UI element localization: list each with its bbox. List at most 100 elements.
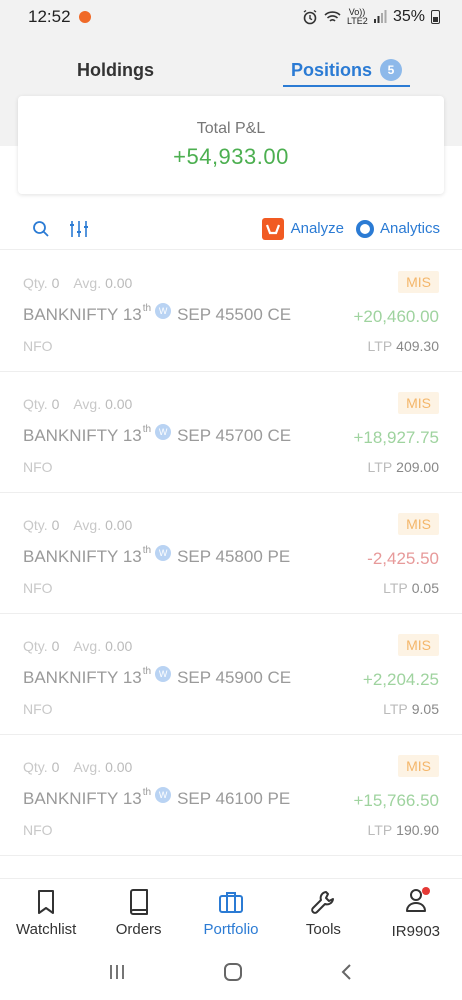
nav-profile-label: IR9903 [391,923,441,940]
bookmark-icon [38,890,55,914]
ltp-label: LTP [383,580,408,596]
position-pnl: +18,927.75 [353,428,439,447]
back-icon[interactable] [340,963,354,986]
date-suffix: th [142,424,152,435]
tab-positions-label: Positions [290,59,372,80]
qty-label: Qty. [23,759,48,775]
position-row[interactable]: Qty. 0 Avg. 0.00 MIS BANKNIFTY 13th W SEP … [0,251,462,372]
analytics-logo-icon [355,219,374,238]
notification-dot [421,887,430,895]
avg-value: 0.00 [105,638,133,654]
instrument-symbol: BANKNIFTY 13 [23,668,142,687]
ltp-label: LTP [367,822,393,838]
position-pnl: +2,204.25 [362,670,439,689]
system-navigation-bar [0,948,462,1000]
analytics-button[interactable]: Analytics [344,219,440,238]
product-type-badge: MIS [398,755,439,777]
nav-orders[interactable]: Orders [92,879,184,948]
recent-apps-icon[interactable] [108,963,126,986]
instrument-name: BANKNIFTY 13th W SEP 45900 CE [23,666,291,688]
ltp-value: 0.05 [411,580,439,596]
ltp-label: LTP [367,338,393,354]
nav-profile[interactable]: IR9903 [370,879,462,948]
product-type-badge: MIS [398,513,439,535]
qty-value: 0 [51,275,60,291]
ltp-label: LTP [383,701,408,717]
signal-icon [373,10,387,23]
weekly-expiry-icon: W [155,545,172,561]
ltp: LTP 190.90 [368,822,439,838]
status-icons: Vo)) LTE2 35% [302,8,440,26]
nav-watchlist-label: Watchlist [16,921,77,938]
network-label: Vo)) LTE2 [346,7,368,26]
qty-label: Qty. [23,396,48,412]
filter-sliders-icon[interactable] [68,218,90,240]
position-pnl: -2,425.50 [367,549,439,568]
weekly-expiry-icon: W [155,303,172,319]
position-meta: Qty. 0 Avg. 0.00 [23,517,132,533]
positions-list: Qty. 0 Avg. 0.00 MIS BANKNIFTY 13th W SEP … [0,251,462,856]
nav-tools-label: Tools [305,921,341,938]
product-type-badge: MIS [398,392,439,414]
status-bar: 12:52 Vo)) LTE2 35% [0,0,462,34]
weekly-expiry-icon: W [155,666,172,682]
position-row[interactable]: Qty. 0 Avg. 0.00 MIS BANKNIFTY 13th W SEP … [0,493,462,614]
alarm-icon [303,9,317,25]
avg-label: Avg. [73,638,102,654]
avg-value: 0.00 [105,275,133,291]
search-icon[interactable] [30,218,52,240]
analytics-label: Analytics [379,220,440,237]
briefcase-icon [219,892,244,913]
position-row[interactable]: Qty. 0 Avg. 0.00 MIS BANKNIFTY 13th W SEP … [0,372,462,493]
total-pnl-value: +54,933.00 [173,144,289,169]
position-row[interactable]: Qty. 0 Avg. 0.00 MIS BANKNIFTY 13th W SEP … [0,614,462,735]
position-pnl: +20,460.00 [353,307,439,326]
positions-toolbar: Analyze Analytics [0,208,462,250]
book-icon [129,889,148,915]
instrument-symbol: BANKNIFTY 13 [23,426,142,445]
position-meta: Qty. 0 Avg. 0.00 [23,275,132,291]
nav-portfolio[interactable]: Portfolio [185,879,277,948]
qty-label: Qty. [23,275,48,291]
instrument-contract: SEP 45800 PE [177,547,291,566]
nav-tools[interactable]: Tools [277,879,369,948]
notification-icon [78,11,91,23]
position-row[interactable]: Qty. 0 Avg. 0.00 MIS BANKNIFTY 13th W SEP … [0,735,462,856]
qty-value: 0 [51,759,60,775]
battery-icon [431,10,440,24]
ltp-label: LTP [367,459,393,475]
position-meta: Qty. 0 Avg. 0.00 [23,396,132,412]
qty-label: Qty. [23,638,48,654]
home-icon[interactable] [223,962,243,987]
instrument-contract: SEP 45700 CE [177,426,292,445]
qty-label: Qty. [23,517,48,533]
wifi-icon [324,11,341,22]
positions-count-badge: 5 [380,59,402,81]
battery-percent: 35% [392,8,425,25]
avg-label: Avg. [73,275,102,291]
ltp: LTP 9.05 [383,701,439,717]
weekly-expiry-icon: W [155,424,172,440]
ltp: LTP 209.00 [368,459,439,475]
qty-value: 0 [51,396,60,412]
nav-portfolio-label: Portfolio [203,921,259,938]
avg-label: Avg. [73,396,102,412]
nav-watchlist[interactable]: Watchlist [0,879,92,948]
instrument-name: BANKNIFTY 13th W SEP 45500 CE [23,303,291,325]
analyze-button[interactable]: Analyze [261,217,344,240]
status-time: 12:52 [28,7,71,26]
instrument-symbol: BANKNIFTY 13 [23,547,142,566]
qty-value: 0 [51,517,60,533]
exchange-label: NFO [23,580,53,596]
exchange-label: NFO [23,701,53,717]
ltp-value: 409.30 [396,338,439,354]
date-suffix: th [142,787,152,798]
wrench-icon [311,891,335,914]
qty-value: 0 [51,638,60,654]
instrument-contract: SEP 46100 PE [177,789,291,808]
profile-icon-wrap [404,887,430,923]
analyze-label: Analyze [290,220,344,237]
tab-holdings-label: Holdings [77,59,154,80]
instrument-name: BANKNIFTY 13th W SEP 45700 CE [23,424,292,446]
avg-label: Avg. [73,759,102,775]
